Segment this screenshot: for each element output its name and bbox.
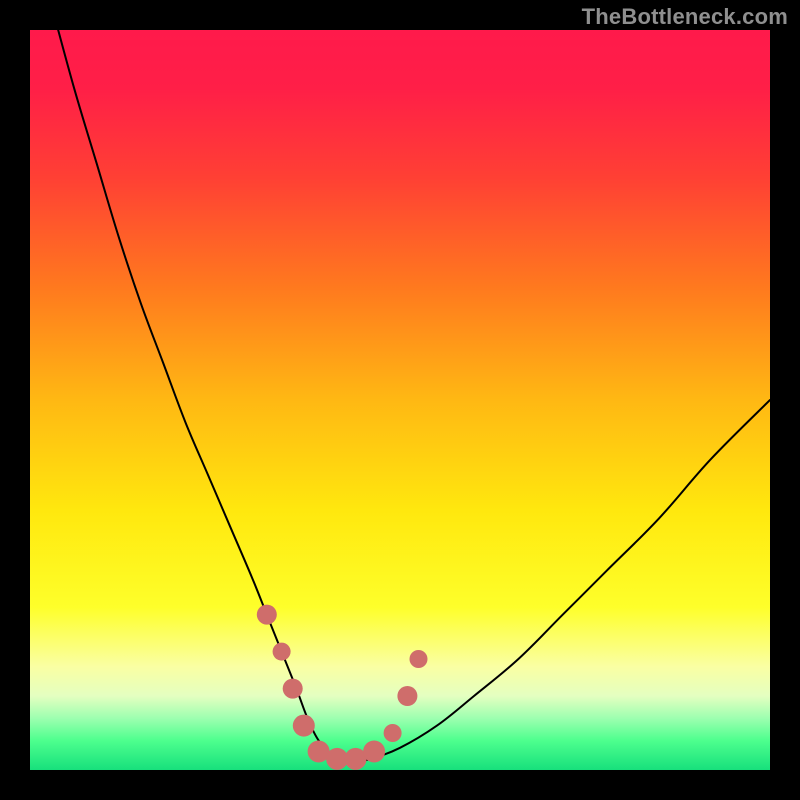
- plot-area: [30, 30, 770, 770]
- curve-marker: [293, 715, 315, 737]
- chart-frame: TheBottleneck.com: [0, 0, 800, 800]
- curve-marker: [410, 650, 428, 668]
- curve-marker: [273, 643, 291, 661]
- curve-marker: [363, 741, 385, 763]
- curve-marker: [397, 686, 417, 706]
- curve-marker: [257, 605, 277, 625]
- watermark-text: TheBottleneck.com: [582, 4, 788, 30]
- curve-marker: [283, 679, 303, 699]
- curve-marker: [384, 724, 402, 742]
- gradient-background: [30, 30, 770, 770]
- bottleneck-chart: [30, 30, 770, 770]
